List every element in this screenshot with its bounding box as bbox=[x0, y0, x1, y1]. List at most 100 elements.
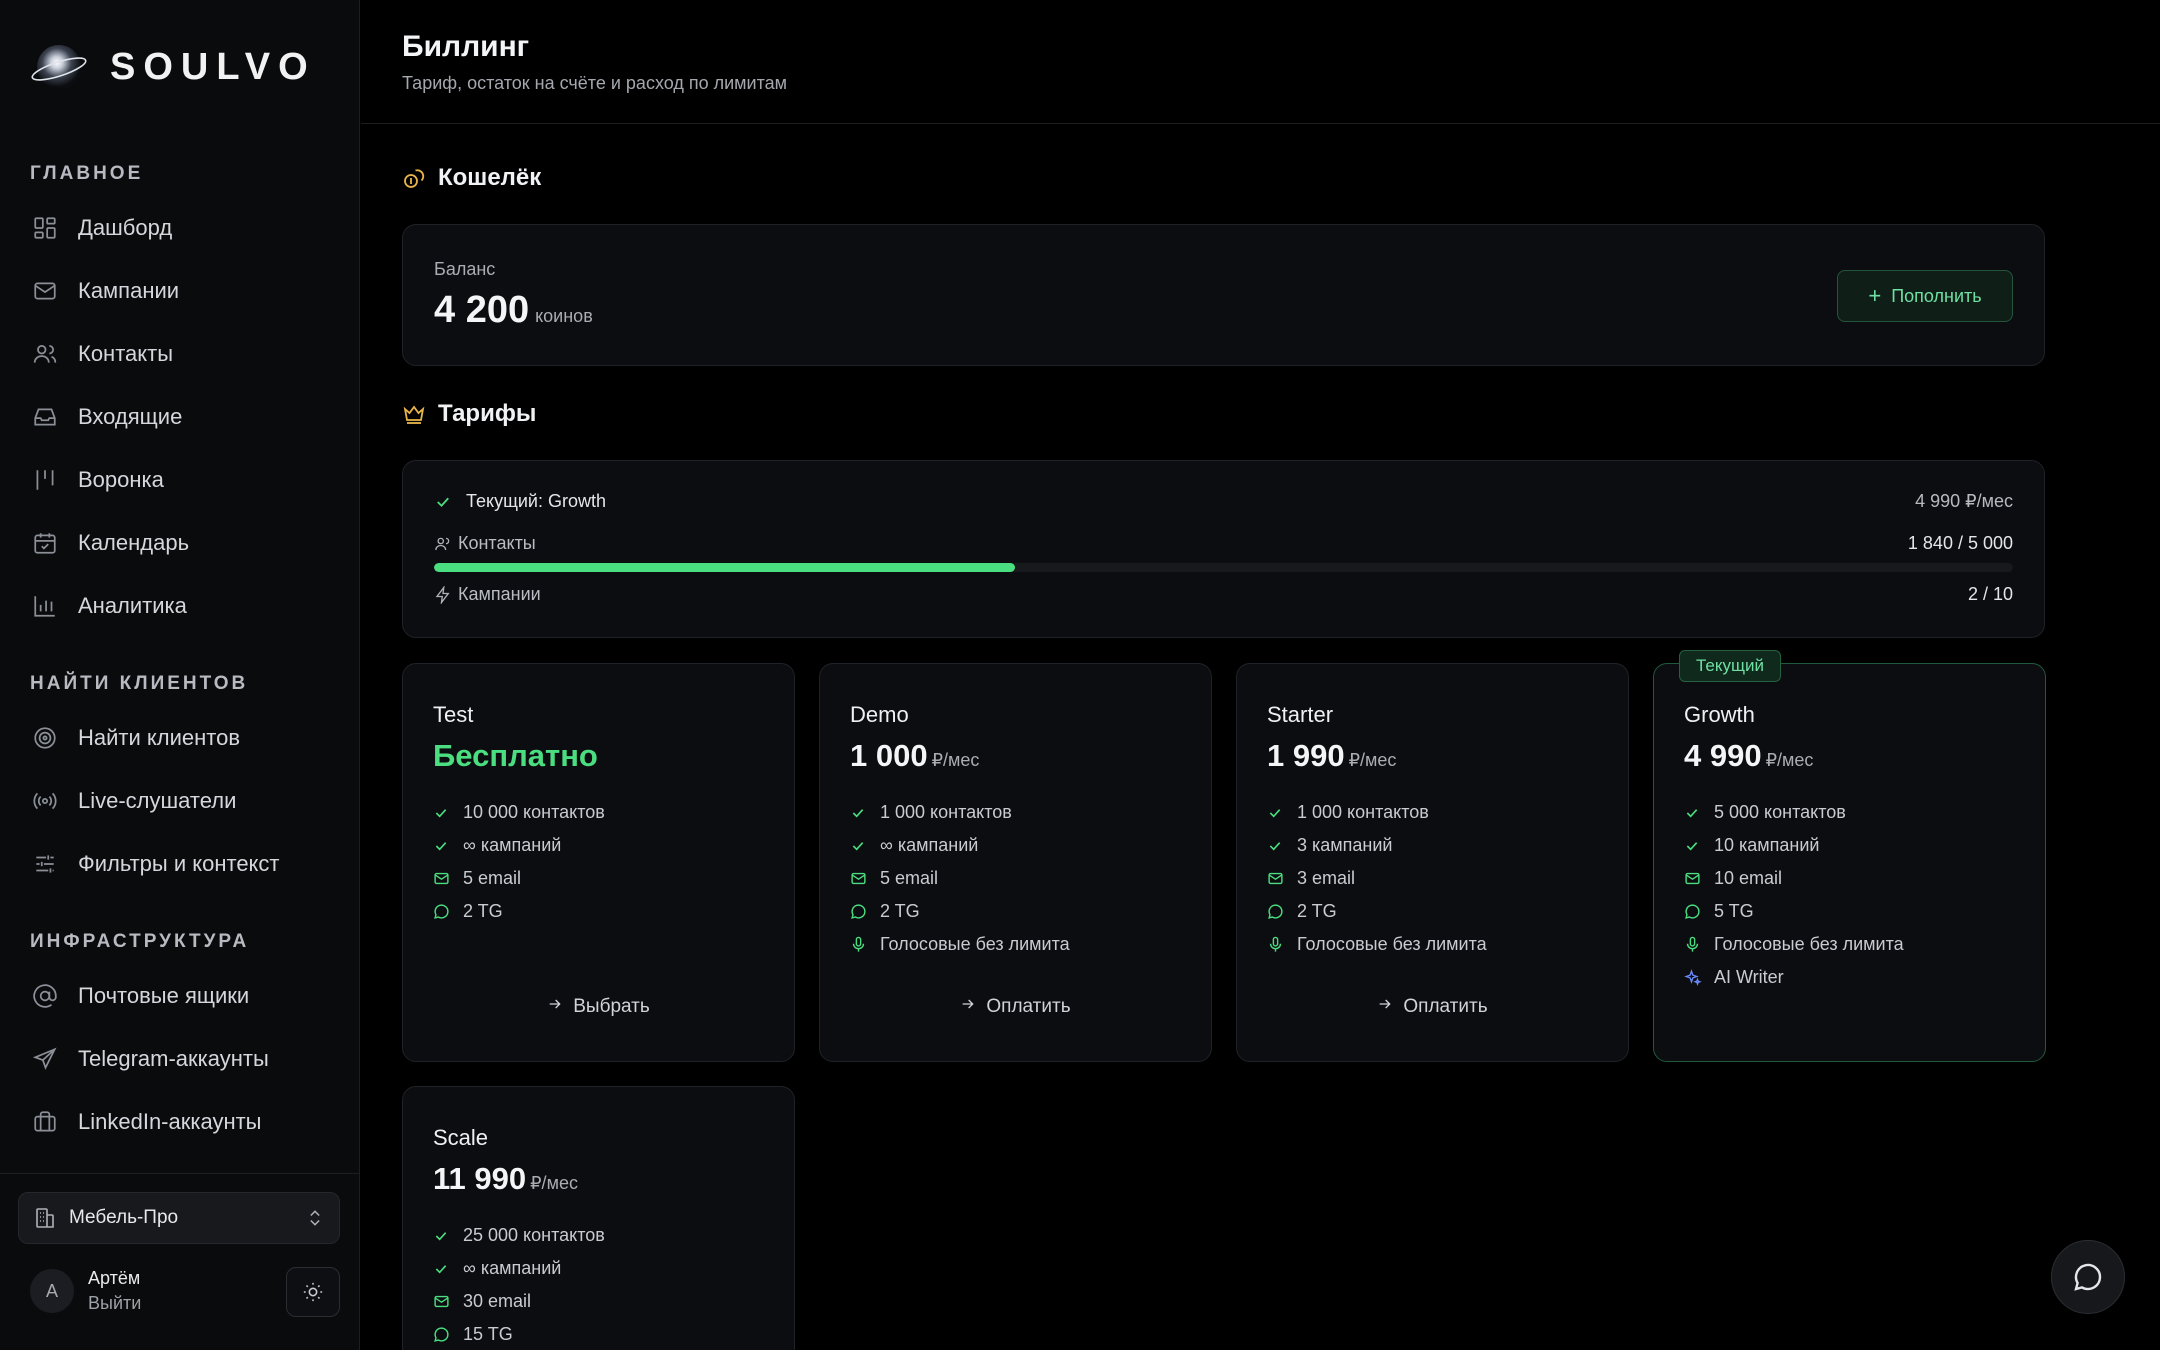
nav-section-find-clients: НАЙТИ КЛИЕНТОВ bbox=[30, 673, 249, 694]
plan-price-period: ₽/мес bbox=[1765, 750, 1814, 770]
plan-select-button[interactable]: Выбрать bbox=[403, 996, 794, 1018]
sidebar-item-pipeline[interactable]: Воронка bbox=[30, 456, 340, 504]
plan-feature-text: 1 000 контактов bbox=[880, 802, 1012, 822]
plan-feature-tg: 2 TG bbox=[433, 901, 503, 922]
sidebar-item-inbox[interactable]: Входящие bbox=[30, 393, 340, 441]
mail-icon bbox=[850, 870, 880, 887]
chat-bubble-icon bbox=[433, 1326, 463, 1343]
sidebar-item-dashboard[interactable]: Дашборд bbox=[30, 204, 340, 252]
plan-feature-email: 30 email bbox=[433, 1291, 531, 1312]
chat-bubble-icon bbox=[1684, 903, 1714, 920]
plan-feature-email: 5 email bbox=[850, 868, 938, 889]
plan-name: Starter bbox=[1267, 702, 1334, 727]
sidebar-item-campaigns[interactable]: Кампании bbox=[30, 267, 340, 315]
plan-price: 1 000 ₽/мес bbox=[850, 738, 979, 774]
plan-price-period: ₽/мес bbox=[530, 1173, 578, 1193]
check-icon bbox=[1267, 805, 1297, 821]
sidebar-item-find-clients[interactable]: Найти клиентов bbox=[30, 714, 340, 762]
plus-icon: + bbox=[1868, 283, 1882, 308]
wallet-section-header: Кошелёк bbox=[402, 164, 541, 192]
plan-pay-button[interactable]: Оплатить bbox=[820, 996, 1211, 1018]
sidebar-item-mailboxes[interactable]: Почтовые ящики bbox=[30, 972, 340, 1020]
sidebar-item-label: Кампании bbox=[78, 278, 180, 303]
sidebar-item-label: Воронка bbox=[78, 467, 164, 492]
plan-feature-text: AI Writer bbox=[1714, 967, 1784, 987]
mail-icon bbox=[433, 1293, 463, 1310]
avatar[interactable]: А bbox=[30, 1269, 74, 1313]
lightning-icon bbox=[434, 585, 456, 604]
user-name: Артём bbox=[88, 1268, 141, 1288]
at-icon bbox=[30, 981, 60, 1011]
plan-feature-campaigns: ∞ кампаний bbox=[433, 835, 561, 856]
plan-card-scale[interactable]: Scale 11 990 ₽/мес 25 000 контактов ∞ кам… bbox=[402, 1086, 795, 1350]
wallet-title: Кошелёк bbox=[438, 164, 542, 191]
plan-feature-tg: 2 TG bbox=[1267, 901, 1337, 922]
contacts-usage-value: 1 840 / 5 000 bbox=[1907, 533, 2013, 553]
chevron-updown-icon bbox=[305, 1208, 325, 1228]
sidebar-item-live-listeners[interactable]: Live-слушатели bbox=[30, 777, 340, 825]
tariffs-section-header: Тарифы bbox=[402, 400, 536, 428]
nav-section-main: ГЛАВНОЕ bbox=[30, 163, 144, 184]
plan-name: Growth bbox=[1684, 702, 1755, 727]
chat-bubble-icon bbox=[2072, 1261, 2104, 1293]
plan-pay-button[interactable]: Оплатить bbox=[1237, 996, 1628, 1018]
balance-label: Баланс bbox=[434, 259, 496, 279]
sidebar-item-label: Аналитика bbox=[78, 593, 187, 618]
check-icon bbox=[433, 1261, 463, 1277]
current-plan-price: 4 990 ₽/мес bbox=[1915, 491, 2013, 511]
analytics-icon bbox=[30, 591, 60, 621]
plan-feature-text: 1 000 контактов bbox=[1297, 802, 1429, 822]
calendar-icon bbox=[30, 528, 60, 558]
check-icon bbox=[1267, 838, 1297, 854]
briefcase-icon bbox=[30, 1107, 60, 1137]
plan-card-test[interactable]: Test Бесплатно 10 000 контактов ∞ кампан… bbox=[402, 663, 795, 1062]
plan-feature-text: 2 TG bbox=[463, 901, 503, 921]
sidebar: SOULVO ГЛАВНОЕ Дашборд Кампании Контакты… bbox=[0, 0, 360, 1350]
sidebar-item-calendar[interactable]: Календарь bbox=[30, 519, 340, 567]
main-content: Биллинг Тариф, остаток на счёте и расход… bbox=[361, 0, 2160, 1350]
sun-icon bbox=[302, 1281, 324, 1303]
theme-toggle-button[interactable] bbox=[286, 1267, 340, 1317]
brand-logo[interactable]: SOULVO bbox=[30, 38, 316, 96]
sidebar-item-label: Найти клиентов bbox=[78, 725, 241, 750]
plan-feature-campaigns: ∞ кампаний bbox=[433, 1258, 561, 1279]
plan-feature-text: Голосовые без лимита bbox=[1297, 934, 1487, 954]
plan-price-amount: 1 000 bbox=[850, 738, 928, 773]
plan-name: Demo bbox=[850, 702, 909, 727]
current-plan-label: Текущий: Growth bbox=[466, 491, 607, 511]
plan-price-amount: 1 990 bbox=[1267, 738, 1345, 773]
microphone-icon bbox=[1267, 936, 1297, 953]
arrow-right-icon bbox=[960, 996, 976, 1018]
plan-feature-contacts: 10 000 контактов bbox=[433, 802, 605, 823]
plan-feature-text: Голосовые без лимита bbox=[880, 934, 1070, 954]
workspace-switcher[interactable]: Мебель-Про bbox=[18, 1192, 340, 1244]
support-chat-button[interactable] bbox=[2051, 1240, 2125, 1314]
broadcast-icon bbox=[30, 786, 60, 816]
plan-feature-email: 3 email bbox=[1267, 868, 1355, 889]
plan-price-period: ₽/мес bbox=[931, 750, 980, 770]
plan-feature-text: Голосовые без лимита bbox=[1714, 934, 1904, 954]
sidebar-item-filters[interactable]: Фильтры и контекст bbox=[30, 840, 340, 888]
plan-feature-text: 5 email bbox=[463, 868, 522, 888]
topup-button[interactable]: + Пополнить bbox=[1837, 270, 2013, 322]
plan-card-demo[interactable]: Demo 1 000 ₽/мес 1 000 контактов ∞ кампан… bbox=[819, 663, 1212, 1062]
plan-feature-text: ∞ кампаний bbox=[463, 835, 562, 855]
sidebar-item-linkedin[interactable]: LinkedIn-аккаунты bbox=[30, 1098, 340, 1146]
current-plan-row: Текущий: Growth bbox=[434, 491, 606, 512]
plan-price-amount: 11 990 bbox=[433, 1161, 527, 1196]
sidebar-item-analytics[interactable]: Аналитика bbox=[30, 582, 340, 630]
plan-card-growth[interactable]: Текущий Growth 4 990 ₽/мес 5 000 контакто… bbox=[1653, 650, 2046, 1062]
plan-feature-campaigns: 10 кампаний bbox=[1684, 835, 1820, 856]
plan-feature-text: 5 email bbox=[880, 868, 939, 888]
page-header: Биллинг Тариф, остаток на счёте и расход… bbox=[361, 0, 2160, 124]
sidebar-item-contacts[interactable]: Контакты bbox=[30, 330, 340, 378]
plan-price: Бесплатно bbox=[433, 738, 598, 773]
nav-section-infrastructure: ИНФРАСТРУКТУРА bbox=[30, 931, 250, 952]
workspace-name: Мебель-Про bbox=[69, 1207, 179, 1228]
logout-link[interactable]: Выйти bbox=[88, 1293, 141, 1314]
plan-feature-text: 3 email bbox=[1297, 868, 1356, 888]
sidebar-item-telegram[interactable]: Telegram-аккаунты bbox=[30, 1035, 340, 1083]
plan-feature-contacts: 1 000 контактов bbox=[850, 802, 1012, 823]
plan-card-starter[interactable]: Starter 1 990 ₽/мес 1 000 контактов 3 кам… bbox=[1236, 663, 1629, 1062]
sidebar-divider bbox=[0, 1173, 360, 1174]
